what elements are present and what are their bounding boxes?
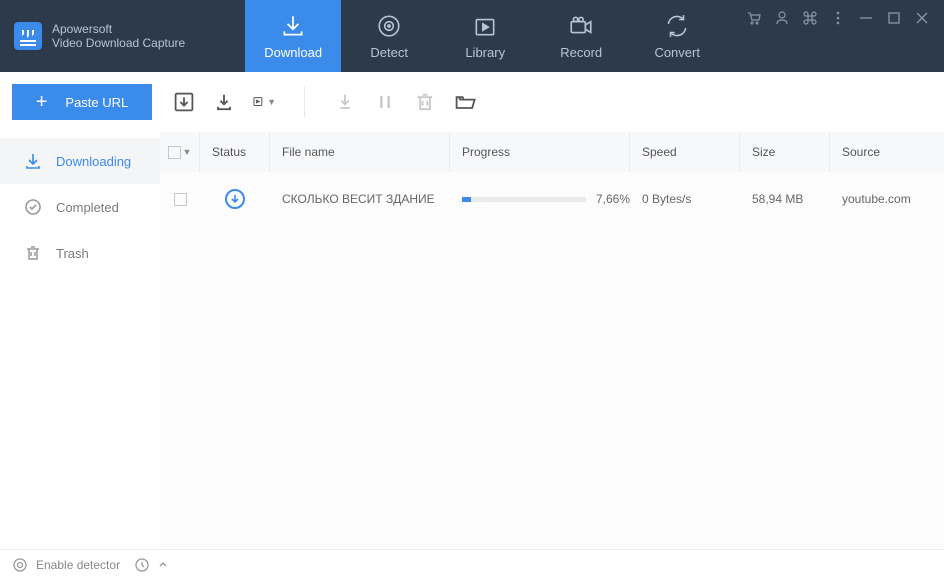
enable-detector-button[interactable]: Enable detector <box>12 557 120 573</box>
download-all-icon[interactable] <box>172 90 196 114</box>
plus-icon: + <box>36 91 48 114</box>
tab-library[interactable]: Library <box>437 0 533 72</box>
speed-toggle[interactable] <box>134 557 168 573</box>
delete-icon[interactable] <box>413 90 437 114</box>
col-progress[interactable]: Progress <box>450 132 630 172</box>
col-filename[interactable]: File name <box>270 132 450 172</box>
col-speed[interactable]: Speed <box>630 132 740 172</box>
cell-source: youtube.com <box>830 192 944 206</box>
cell-speed: 0 Bytes/s <box>630 192 740 206</box>
chevron-up-icon <box>158 560 168 570</box>
minimize-button[interactable] <box>858 10 874 26</box>
app-logo-icon <box>14 22 42 50</box>
app-logo-area: Apowersoft Video Download Capture <box>0 0 205 72</box>
trash-icon <box>24 244 42 262</box>
col-status[interactable]: Status <box>200 132 270 172</box>
progress-text: 7,66% <box>596 192 630 206</box>
user-icon[interactable] <box>774 10 790 26</box>
progress-bar <box>462 197 586 202</box>
tab-convert[interactable]: Convert <box>629 0 725 72</box>
table-row[interactable]: СКОЛЬКО ВЕСИТ ЗДАНИЕ 7,66% 0 Bytes/s 58,… <box>160 172 944 226</box>
maximize-button[interactable] <box>886 10 902 26</box>
chevron-down-icon[interactable]: ▼ <box>183 147 192 157</box>
separator <box>304 87 305 117</box>
pause-icon[interactable] <box>373 90 397 114</box>
footer: Enable detector <box>0 549 944 579</box>
content-area: ▼ Status File name Progress Speed Size S… <box>160 132 944 549</box>
tab-download[interactable]: Download <box>245 0 341 72</box>
cell-size: 58,94 MB <box>740 192 830 206</box>
sidebar: Downloading Completed Trash <box>0 132 160 549</box>
tab-detect[interactable]: Detect <box>341 0 437 72</box>
open-folder-icon[interactable] <box>453 90 477 114</box>
detect-icon <box>376 13 402 39</box>
cell-filename: СКОЛЬКО ВЕСИТ ЗДАНИЕ <box>270 192 450 206</box>
sidebar-item-label: Trash <box>56 246 89 261</box>
add-to-convert-icon[interactable]: ▼ <box>252 90 276 114</box>
clock-icon <box>134 557 150 573</box>
main-tabs: Download Detect Library Record Convert <box>245 0 725 72</box>
downloading-status-icon[interactable] <box>225 189 245 209</box>
batch-download-icon[interactable] <box>212 90 236 114</box>
col-size[interactable]: Size <box>740 132 830 172</box>
downloading-icon <box>24 152 42 170</box>
sidebar-item-trash[interactable]: Trash <box>0 230 160 276</box>
library-icon <box>472 13 498 39</box>
sidebar-item-label: Downloading <box>56 154 131 169</box>
record-icon <box>568 13 594 39</box>
sidebar-item-label: Completed <box>56 200 119 215</box>
col-source[interactable]: Source <box>830 132 944 172</box>
select-all-checkbox[interactable] <box>168 146 181 159</box>
app-name: Video Download Capture <box>52 36 185 50</box>
cart-icon[interactable] <box>746 10 762 26</box>
chevron-down-icon: ▼ <box>267 97 276 107</box>
start-icon[interactable] <box>333 90 357 114</box>
detector-icon <box>12 557 28 573</box>
close-button[interactable] <box>914 10 930 26</box>
app-vendor: Apowersoft <box>52 22 185 36</box>
completed-icon <box>24 198 42 216</box>
convert-icon <box>664 13 690 39</box>
paste-url-button[interactable]: + Paste URL <box>12 84 152 120</box>
command-icon[interactable] <box>802 10 818 26</box>
tab-record[interactable]: Record <box>533 0 629 72</box>
row-checkbox[interactable] <box>174 193 187 206</box>
sidebar-item-downloading[interactable]: Downloading <box>0 138 160 184</box>
download-icon <box>280 13 306 39</box>
menu-dots-icon[interactable] <box>830 10 846 26</box>
table-header: ▼ Status File name Progress Speed Size S… <box>160 132 944 172</box>
sidebar-item-completed[interactable]: Completed <box>0 184 160 230</box>
